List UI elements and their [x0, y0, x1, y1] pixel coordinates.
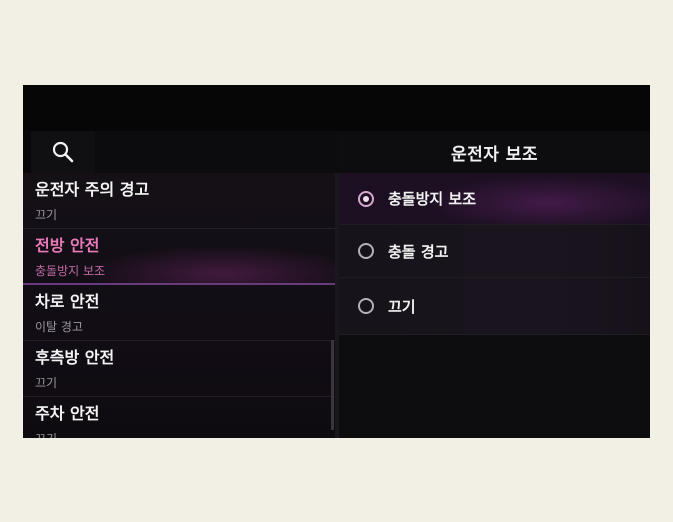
- menu-item-title: 주차 안전: [35, 404, 100, 423]
- option-label: 충돌방지 보조: [388, 190, 477, 208]
- empty-area: [339, 335, 650, 438]
- menu-item-blind-spot-safety[interactable]: 후측방 안전 끄기: [23, 341, 335, 397]
- menu-item-value: 끄기: [35, 430, 57, 438]
- status-bar: [23, 85, 650, 131]
- option-collision-warning[interactable]: 충돌 경고: [339, 225, 650, 278]
- radio-icon: [358, 243, 374, 259]
- search-button[interactable]: [31, 131, 95, 173]
- page-title: 운전자 보조: [450, 144, 539, 165]
- scrollbar[interactable]: [331, 340, 334, 430]
- radio-selected-icon: [358, 190, 374, 207]
- option-label: 충돌 경고: [388, 242, 449, 261]
- search-icon: [52, 141, 74, 163]
- menu-item-title: 후측방 안전: [35, 348, 115, 367]
- menu-item-driver-attention[interactable]: 운전자 주의 경고 끄기: [23, 173, 335, 229]
- menu-item-parking-safety[interactable]: 주차 안전 끄기: [23, 397, 335, 438]
- menu-item-title: 운전자 주의 경고: [35, 180, 150, 199]
- options-panel: 충돌방지 보조 충돌 경고 끄기: [339, 173, 650, 438]
- menu-item-title: 전방 안전: [35, 236, 100, 255]
- radio-icon: [358, 298, 374, 314]
- settings-menu: 운전자 주의 경고 끄기 전방 안전 충돌방지 보조 차로 안전 이탈 경고 후…: [23, 173, 335, 438]
- menu-item-value: 이탈 경고: [35, 320, 83, 334]
- option-off[interactable]: 끄기: [339, 278, 650, 335]
- infotainment-screen: 운전자 보조 운전자 주의 경고 끄기 전방 안전 충돌방지 보조 차로 안전 …: [23, 85, 650, 438]
- option-label: 끄기: [388, 297, 416, 316]
- menu-item-title: 차로 안전: [35, 292, 100, 311]
- menu-item-value: 충돌방지 보조: [35, 264, 106, 278]
- left-header: [95, 131, 339, 173]
- panel-header: 운전자 보조: [339, 131, 650, 173]
- menu-item-value: 끄기: [35, 376, 58, 390]
- option-collision-avoidance-assist[interactable]: 충돌방지 보조: [339, 173, 650, 225]
- menu-item-forward-safety[interactable]: 전방 안전 충돌방지 보조: [23, 229, 335, 285]
- menu-item-lane-safety[interactable]: 차로 안전 이탈 경고: [23, 285, 335, 341]
- menu-item-value: 끄기: [35, 208, 58, 222]
